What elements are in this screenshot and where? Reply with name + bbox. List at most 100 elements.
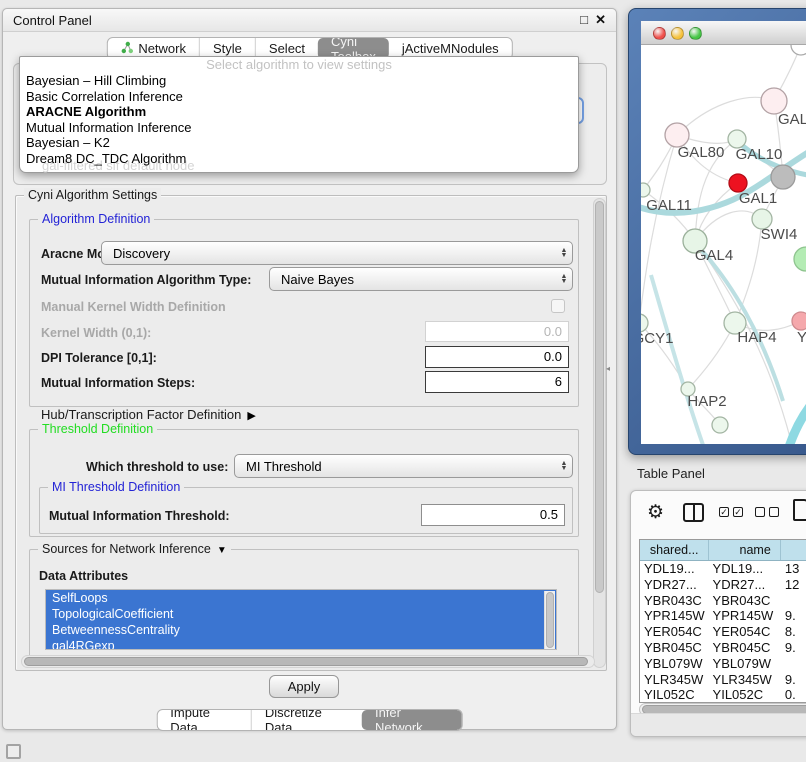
table-cell: YPR145W [709, 608, 781, 624]
network-node[interactable] [712, 417, 728, 433]
network-edge[interactable] [641, 135, 677, 323]
unchecked-box-icon [755, 507, 765, 517]
mi-algorithm-type-combobox[interactable]: Naive Bayes ▲▼ [269, 267, 573, 291]
hub-definition-toggle[interactable]: Hub/Transcription Factor Definition▶ [41, 407, 256, 422]
gear-icon[interactable]: ⚙ [647, 501, 664, 524]
manual-kernel-width-checkbox[interactable] [551, 299, 565, 313]
algorithm-option[interactable]: ARACNE Algorithm [20, 104, 578, 120]
control-panel-title: Control Panel [13, 13, 92, 28]
network-edge[interactable] [651, 275, 703, 444]
table-body: YDL19...YDL19...13YDR27...YDR27...12YBR0… [640, 561, 806, 703]
mac-close-button[interactable] [653, 27, 666, 40]
table-cell: YER054C [640, 624, 709, 640]
network-edge[interactable] [677, 97, 774, 135]
table-cell: YBL079W [709, 656, 781, 672]
table-cell: 12 [781, 577, 806, 593]
table-cell: YBR045C [640, 640, 709, 656]
deselect-checkboxes-icon[interactable] [755, 507, 779, 517]
mi-threshold-field[interactable]: 0.5 [421, 504, 565, 526]
mi-threshold-definition-title: MI Threshold Definition [48, 480, 184, 494]
table-row[interactable]: YBR045CYBR045C9. [640, 640, 806, 656]
algorithm-option[interactable]: Dream8 DC_TDC Algorithm [20, 151, 578, 167]
settings-hscroll-thumb[interactable] [24, 657, 588, 666]
attribute-item[interactable]: SelfLoops [46, 590, 556, 606]
table-row[interactable]: YDL19...YDL19...13 [640, 561, 806, 577]
minimized-panel-icon[interactable] [6, 744, 21, 759]
tab-label: Discretize Data [265, 709, 349, 731]
network-canvas[interactable]: GALGAL80GAL10GAL11GAL1SWI4GAL4GCY1HAP4YH… [641, 45, 806, 444]
node-label: SWI4 [761, 226, 798, 243]
algorithm-option[interactable]: Mutual Information Inference [20, 120, 578, 136]
table-column-header[interactable]: shared... [640, 540, 709, 560]
tab-label: jActiveMNodules [402, 41, 499, 56]
mac-zoom-button[interactable] [689, 27, 702, 40]
network-window-frame[interactable]: GALGAL80GAL10GAL11GAL1SWI4GAL4GCY1HAP4YH… [628, 8, 806, 455]
screen: Control Panel □ ✕ NetworkStyleSelectCyni… [0, 0, 806, 762]
tab-discretize-data[interactable]: Discretize Data [251, 710, 362, 730]
table-row[interactable]: YBR043CYBR043C [640, 593, 806, 609]
table-row[interactable]: YDR27...YDR27...12 [640, 577, 806, 593]
table-column-header[interactable] [781, 540, 806, 560]
which-threshold-combobox[interactable]: MI Threshold ▲▼ [234, 454, 573, 478]
dpi-tolerance-field[interactable]: 0.0 [425, 346, 569, 368]
table-row[interactable]: YER054CYER054C8. [640, 624, 806, 640]
table-row[interactable]: YLR345WYLR345W9. [640, 672, 806, 688]
threshold-definition-title: Threshold Definition [38, 422, 157, 436]
network-node[interactable] [791, 45, 806, 55]
table-cell: YER054C [709, 624, 781, 640]
network-edge[interactable] [735, 219, 762, 323]
data-attributes-label: Data Attributes [39, 569, 128, 583]
table-row[interactable]: YPR145WYPR145W9. [640, 608, 806, 624]
algorithm-option[interactable]: Bayesian – K2 [20, 135, 578, 151]
split-columns-icon[interactable] [683, 503, 704, 522]
settings-vertical-scrollbar[interactable] [593, 198, 606, 668]
attribute-item[interactable]: TopologicalCoefficient [46, 606, 556, 622]
attribute-item[interactable]: BetweennessCentrality [46, 622, 556, 638]
node-label: HAP4 [737, 329, 776, 346]
apply-button[interactable]: Apply [269, 675, 339, 698]
table-row[interactable]: YIL052CYIL052C0. [640, 687, 806, 703]
node-label: GAL1 [739, 190, 777, 207]
mac-minimize-button[interactable] [671, 27, 684, 40]
mi-algorithm-type-value: Naive Bayes [270, 272, 556, 287]
table-row[interactable]: YBL079WYBL079W [640, 656, 806, 672]
network-window-titlebar[interactable] [641, 21, 806, 45]
function-page-icon[interactable] [793, 499, 806, 521]
which-threshold-label: Which threshold to use: [86, 460, 228, 474]
network-node[interactable] [794, 247, 806, 271]
settings-box-title: Cyni Algorithm Settings [24, 188, 161, 202]
select-checkboxes-icon[interactable]: ✓✓ [719, 507, 743, 517]
table-cell: YIL052C [640, 687, 709, 703]
splitter-collapse-handle[interactable]: ◂ [606, 364, 610, 373]
table-cell: YBL079W [640, 656, 709, 672]
attributes-vertical-scrollbar[interactable] [544, 591, 555, 650]
mi-steps-field[interactable]: 6 [425, 371, 569, 393]
attributes-vscroll-thumb[interactable] [546, 592, 554, 648]
float-window-icon[interactable]: □ [580, 12, 588, 27]
settings-horizontal-scrollbar[interactable] [21, 655, 595, 668]
algorithm-option[interactable]: Basic Correlation Inference [20, 89, 578, 105]
tab-impute-data[interactable]: Impute Data [157, 710, 251, 730]
attribute-item[interactable]: gal4RGexp [46, 638, 556, 650]
dropdown-prompt: Select algorithm to view settings [20, 57, 578, 73]
kernel-width-field[interactable]: 0.0 [425, 321, 569, 342]
settings-vscroll-thumb[interactable] [595, 201, 604, 593]
mi-algorithm-type-label: Mutual Information Algorithm Type: [41, 273, 251, 287]
close-panel-icon[interactable]: ✕ [595, 12, 606, 28]
tab-infer-network[interactable]: Infer Network [362, 710, 462, 730]
table-column-header[interactable]: name [709, 540, 781, 560]
network-node[interactable] [641, 183, 650, 197]
table-cell: YIL052C [709, 687, 781, 703]
algorithm-option[interactable]: Bayesian – Hill Climbing [20, 73, 578, 89]
network-node[interactable] [792, 312, 806, 330]
collapse-down-arrow-icon: ▼ [217, 545, 227, 556]
spinner-arrows-icon: ▲▼ [556, 274, 572, 284]
table-panel-footer [631, 713, 806, 736]
sources-title[interactable]: Sources for Network Inference▼ [38, 542, 231, 556]
network-edge[interactable] [789, 391, 806, 444]
network-edge[interactable] [688, 323, 735, 389]
aracne-mode-combobox[interactable]: Discovery ▲▼ [101, 241, 573, 265]
network-icon [120, 41, 133, 57]
network-node[interactable] [771, 165, 795, 189]
unchecked-box-icon [769, 507, 779, 517]
